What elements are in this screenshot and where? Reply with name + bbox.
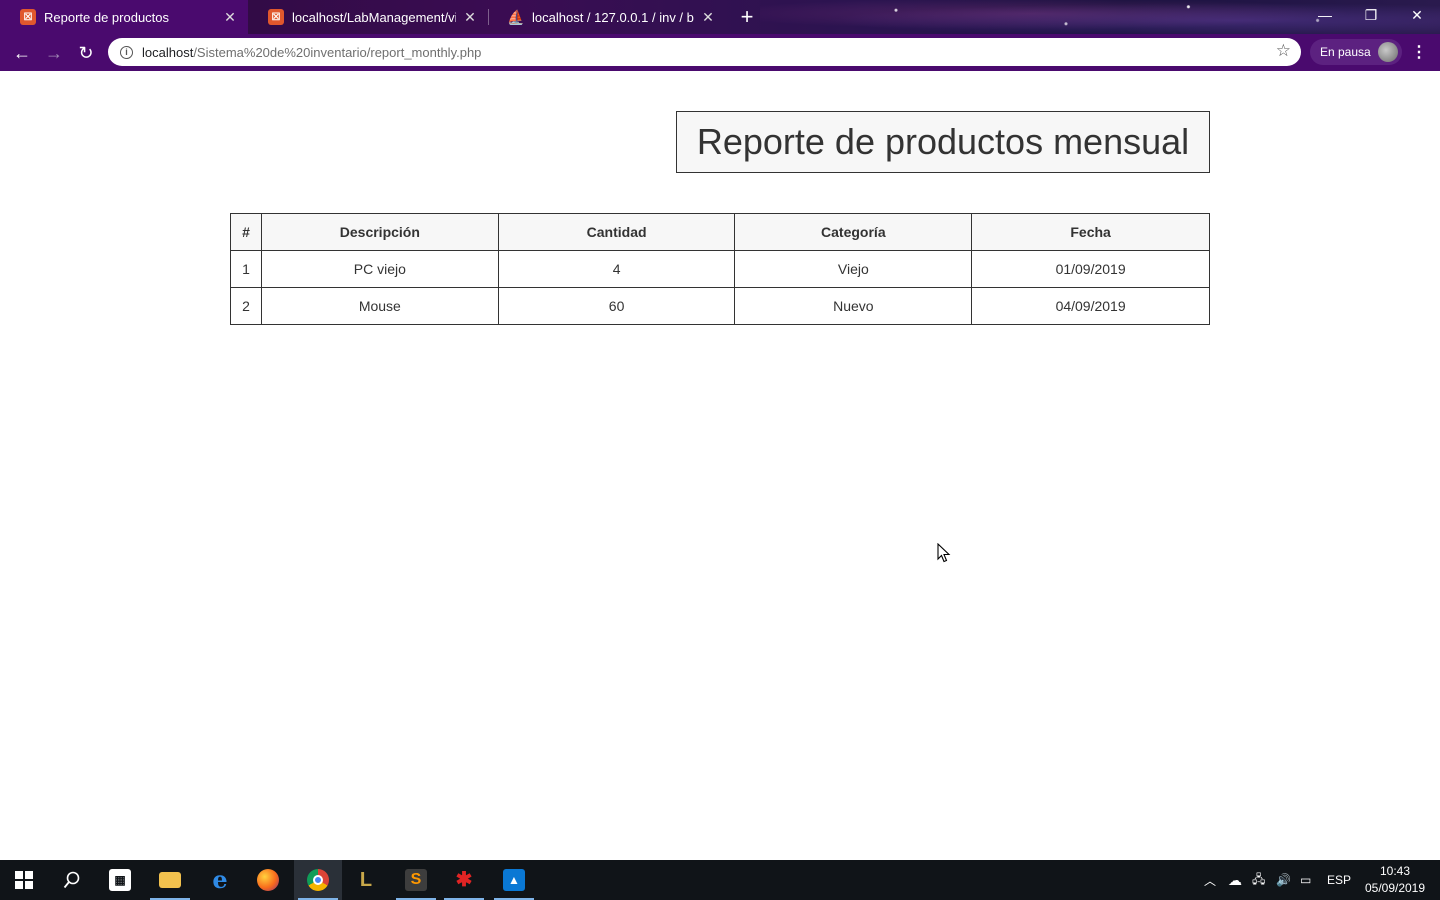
column-header-quantity: Cantidad — [497, 213, 736, 251]
mouse-cursor-icon — [937, 543, 951, 563]
tab-phpmyadmin[interactable]: ⛵ localhost / 127.0.0.1 / inv / borro ✕ — [488, 0, 726, 34]
close-window-button[interactable]: ✕ — [1394, 0, 1440, 30]
cell-date: 04/09/2019 — [971, 287, 1210, 325]
tab-labmanagement[interactable]: ☒ localhost/LabManagement/views ✕ — [248, 0, 488, 34]
cell-date: 01/09/2019 — [971, 250, 1210, 288]
profile-button[interactable]: En pausa — [1310, 39, 1402, 65]
edge-icon: e — [212, 865, 228, 894]
start-button[interactable] — [0, 860, 48, 900]
store-icon: ▦ — [109, 869, 131, 891]
avatar — [1378, 42, 1398, 62]
xampp-icon: ☒ — [20, 9, 36, 25]
taskbar-app[interactable]: L — [342, 860, 390, 900]
chevron-up-icon: ︿ — [1204, 873, 1217, 888]
new-tab-button[interactable]: + — [734, 4, 760, 30]
close-icon[interactable]: ✕ — [222, 9, 238, 26]
reload-button[interactable]: ↻ — [73, 40, 99, 66]
page-content: Reporte de productos mensual # Descripci… — [0, 71, 1440, 860]
table-row: 2 Mouse 60 Nuevo 04/09/2019 — [230, 287, 1210, 325]
taskbar-store[interactable]: ▦ — [96, 860, 144, 900]
taskbar-file-explorer[interactable] — [146, 860, 194, 900]
cell-category: Viejo — [734, 250, 973, 288]
taskbar-firefox[interactable] — [244, 860, 292, 900]
cell-description: Mouse — [260, 287, 499, 325]
file-explorer-icon — [159, 872, 181, 888]
address-host: localhost — [142, 44, 194, 60]
forward-button[interactable]: → — [41, 40, 67, 66]
volume-icon[interactable]: 🔊 — [1276, 860, 1291, 900]
clock-time: 10:43 — [1379, 864, 1411, 878]
restore-button[interactable]: ❐ — [1348, 0, 1394, 30]
show-hidden-icons-button[interactable]: ︿ — [1204, 860, 1216, 900]
cell-description: PC viejo — [260, 250, 499, 288]
column-header-description: Descripción — [260, 213, 499, 251]
taskbar-edge[interactable]: e — [196, 860, 244, 900]
tab-title: Reporte de productos — [44, 9, 170, 25]
close-icon[interactable]: ✕ — [700, 9, 716, 26]
network-icon[interactable]: 🖧 — [1252, 860, 1265, 900]
photos-icon: ▲ — [503, 869, 525, 891]
close-icon[interactable]: ✕ — [462, 9, 478, 26]
menu-dots-icon[interactable]: ⋮ — [1410, 40, 1428, 66]
taskbar-app-red[interactable]: ✱ — [440, 860, 488, 900]
column-header-number: # — [230, 213, 262, 251]
column-header-date: Fecha — [971, 213, 1210, 251]
cell-quantity: 4 — [497, 250, 736, 288]
xampp-icon: ☒ — [268, 9, 284, 25]
firefox-icon — [257, 869, 279, 891]
windows-start-icon — [15, 871, 33, 889]
address-bar[interactable]: i localhost/Sistema%20de%20inventario/re… — [108, 38, 1301, 66]
minimize-button[interactable]: — — [1302, 0, 1348, 30]
tab-reporte-de-productos[interactable]: ☒ Reporte de productos ✕ — [0, 0, 248, 34]
profile-label: En pausa — [1320, 45, 1371, 59]
back-button[interactable]: ← — [9, 40, 35, 66]
table-header-row: # Descripción Cantidad Categoría Fecha — [230, 213, 1210, 251]
cell-number: 1 — [230, 250, 262, 288]
tab-title: localhost / 127.0.0.1 / inv / borro — [532, 9, 694, 25]
taskbar-photos[interactable]: ▲ — [490, 860, 538, 900]
onedrive-icon[interactable]: ☁ — [1228, 860, 1242, 900]
sublime-text-icon: S — [405, 869, 427, 891]
cell-number: 2 — [230, 287, 262, 325]
action-center-icon[interactable]: ▭ — [1300, 860, 1311, 900]
bookmark-star-icon[interactable]: ☆ — [1276, 41, 1291, 61]
report-table: # Descripción Cantidad Categoría Fecha 1… — [230, 213, 1210, 325]
language-indicator[interactable]: ESP — [1327, 860, 1351, 900]
clock-date: 05/09/2019 — [1364, 881, 1426, 895]
tab-title: localhost/LabManagement/views — [292, 9, 456, 25]
info-icon[interactable]: i — [120, 45, 133, 59]
page-title: Reporte de productos mensual — [676, 111, 1210, 173]
taskbar-chrome[interactable] — [294, 860, 342, 900]
windows-taskbar: ▦ e L S ✱ ▲ ︿ ☁ 🖧 🔊 ▭ ESP 10:43 05/09/20… — [0, 860, 1440, 900]
app-icon: ✱ — [455, 869, 473, 891]
address-path: /Sistema%20de%20inventario/report_monthl… — [193, 44, 482, 60]
search-icon — [63, 871, 80, 889]
browser-titlebar: ☒ Reporte de productos ✕ ☒ localhost/Lab… — [0, 0, 1440, 34]
cell-quantity: 60 — [497, 287, 736, 325]
taskbar-search[interactable] — [48, 860, 96, 900]
taskbar-clock[interactable]: 10:43 05/09/2019 — [1358, 863, 1432, 897]
browser-toolbar: ← → ↻ i localhost/Sistema%20de%20inventa… — [0, 34, 1440, 71]
column-header-category: Categoría — [734, 213, 973, 251]
taskbar-sublime-text[interactable]: S — [392, 860, 440, 900]
cell-category: Nuevo — [734, 287, 973, 325]
phpmyadmin-icon: ⛵ — [507, 8, 525, 25]
table-row: 1 PC viejo 4 Viejo 01/09/2019 — [230, 250, 1210, 288]
chrome-icon — [307, 869, 329, 891]
app-icon: L — [359, 869, 373, 891]
